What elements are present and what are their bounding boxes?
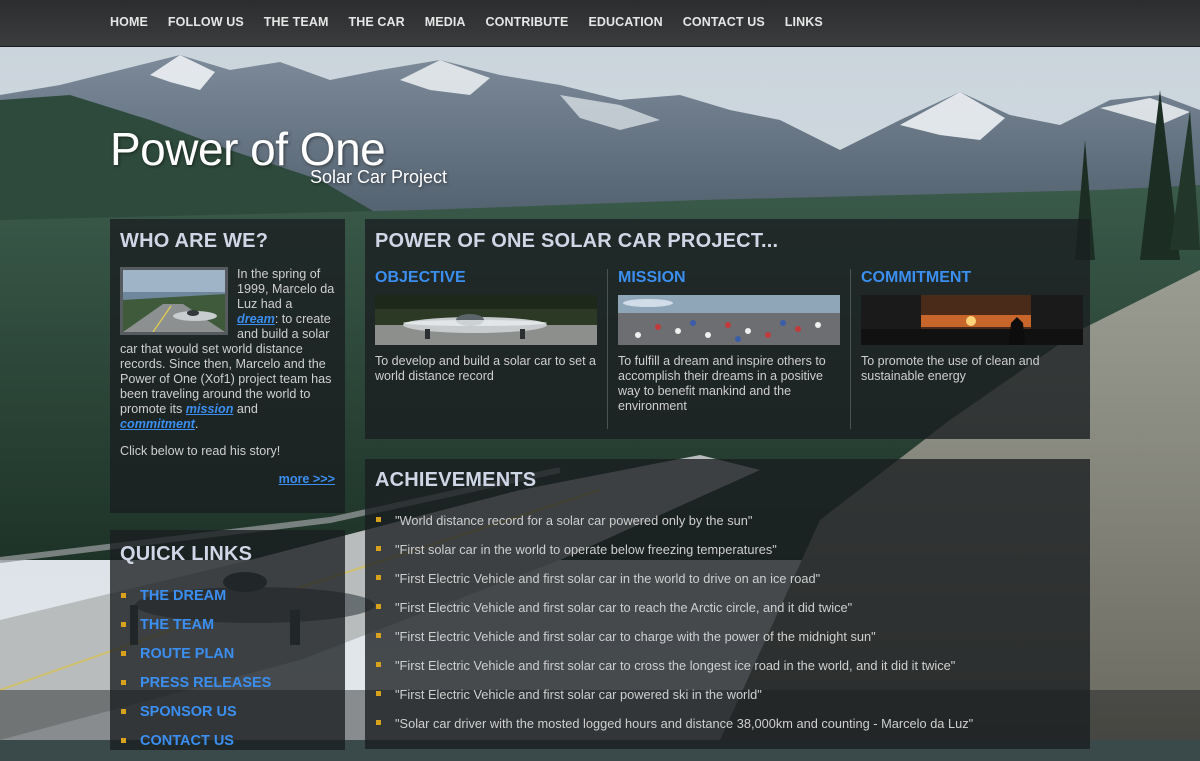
- project-columns: OBJECTIVE To develop and build a solar c…: [375, 269, 1083, 429]
- bullet-square-icon: [376, 604, 381, 609]
- list-item: "First Electric Vehicle and first solar …: [375, 658, 1080, 687]
- bullet-square-icon: [376, 575, 381, 580]
- list-item: THE TEAM: [120, 616, 335, 645]
- quick-link-sponsor-us[interactable]: SPONSOR US: [140, 704, 237, 720]
- project-heading: POWER OF ONE SOLAR CAR PROJECT...: [375, 230, 779, 252]
- commitment-text: To promote the use of clean and sustaina…: [861, 354, 1040, 383]
- achievement-text: "Solar car driver with the mosted logged…: [395, 716, 974, 731]
- quick-link-route-plan[interactable]: ROUTE PLAN: [140, 646, 234, 662]
- nav-the-car[interactable]: THE CAR: [348, 0, 404, 44]
- bullet-square-icon: [121, 593, 126, 598]
- bullet-square-icon: [376, 633, 381, 638]
- nav-contact-us[interactable]: CONTACT US: [683, 0, 765, 44]
- quick-link-the-team[interactable]: THE TEAM: [140, 617, 214, 633]
- bullet-square-icon: [121, 622, 126, 627]
- mission-text: To fulfill a dream and inspire others to…: [618, 354, 826, 413]
- commitment-title[interactable]: COMMITMENT: [861, 269, 1083, 287]
- bullet-square-icon: [121, 680, 126, 685]
- list-item: PRESS RELEASES: [120, 674, 335, 703]
- objective-text: To develop and build a solar car to set …: [375, 354, 596, 383]
- achievement-text: "First Electric Vehicle and first solar …: [395, 658, 956, 673]
- quick-link-press-releases[interactable]: PRESS RELEASES: [140, 675, 271, 691]
- who-text-part-3: and: [233, 402, 258, 416]
- objective-column: OBJECTIVE To develop and build a solar c…: [375, 269, 607, 429]
- solar-car-road-thumbnail[interactable]: [120, 267, 228, 335]
- achievement-text: "World distance record for a solar car p…: [395, 513, 753, 528]
- dream-link[interactable]: dream: [237, 312, 275, 326]
- achievements-list: "World distance record for a solar car p…: [375, 513, 1080, 745]
- more-link[interactable]: more >>>: [120, 472, 335, 486]
- objective-title[interactable]: OBJECTIVE: [375, 269, 597, 287]
- nav-follow-us[interactable]: FOLLOW US: [168, 0, 244, 44]
- quick-links-list: THE DREAM THE TEAM ROUTE PLAN PRESS RELE…: [120, 587, 335, 761]
- list-item: CONTACT US: [120, 732, 335, 761]
- achievement-text: "First Electric Vehicle and first solar …: [395, 571, 821, 586]
- nav-contribute[interactable]: CONTRIBUTE: [486, 0, 569, 44]
- project-panel: POWER OF ONE SOLAR CAR PROJECT... OBJECT…: [365, 219, 1090, 439]
- who-are-we-text: In the spring of 1999, Marcelo da Luz ha…: [120, 267, 335, 459]
- achievement-text: "First Electric Vehicle and first solar …: [395, 629, 876, 644]
- who-are-we-heading: WHO ARE WE?: [120, 230, 269, 252]
- nav-education[interactable]: EDUCATION: [588, 0, 662, 44]
- list-item: THE DREAM: [120, 587, 335, 616]
- solar-car-photo[interactable]: [375, 295, 597, 345]
- achievements-panel: ACHIEVEMENTS "World distance record for …: [365, 459, 1090, 749]
- quick-link-the-dream[interactable]: THE DREAM: [140, 588, 226, 604]
- bullet-square-icon: [376, 517, 381, 522]
- list-item: "First Electric Vehicle and first solar …: [375, 629, 1080, 658]
- midnight-sun-photo[interactable]: [861, 295, 1083, 345]
- list-item: "First solar car in the world to operate…: [375, 542, 1080, 571]
- achievements-heading: ACHIEVEMENTS: [375, 469, 537, 491]
- bullet-square-icon: [376, 720, 381, 725]
- list-item: "Solar car driver with the mosted logged…: [375, 716, 1080, 745]
- mission-title[interactable]: MISSION: [618, 269, 840, 287]
- bullet-square-icon: [121, 738, 126, 743]
- list-item: "World distance record for a solar car p…: [375, 513, 1080, 542]
- who-are-we-panel: WHO ARE WE? In the spring of 1999, Marce…: [110, 219, 345, 513]
- list-item: SPONSOR US: [120, 703, 335, 732]
- quick-links-heading: QUICK LINKS: [120, 543, 253, 565]
- commitment-column: COMMITMENT To promote the use of clean a…: [850, 269, 1083, 429]
- site-subtitle: Solar Car Project: [310, 167, 448, 187]
- mission-link[interactable]: mission: [186, 402, 234, 416]
- list-item: "First Electric Vehicle and first solar …: [375, 600, 1080, 629]
- nav-home[interactable]: HOME: [110, 0, 148, 44]
- nav-media[interactable]: MEDIA: [425, 0, 466, 44]
- list-item: ROUTE PLAN: [120, 645, 335, 674]
- bullet-square-icon: [376, 691, 381, 696]
- nav-the-team[interactable]: THE TEAM: [264, 0, 329, 44]
- achievement-text: "First Electric Vehicle and first solar …: [395, 687, 762, 702]
- bullet-square-icon: [376, 546, 381, 551]
- commitment-link[interactable]: commitment: [120, 417, 195, 431]
- bullet-square-icon: [121, 709, 126, 714]
- nav-list: HOME FOLLOW US THE TEAM THE CAR MEDIA CO…: [0, 0, 1200, 44]
- quick-link-contact-us[interactable]: CONTACT US: [140, 733, 234, 749]
- achievement-text: "First solar car in the world to operate…: [395, 542, 777, 557]
- list-item: "First Electric Vehicle and first solar …: [375, 571, 1080, 600]
- top-navigation: HOME FOLLOW US THE TEAM THE CAR MEDIA CO…: [0, 0, 1200, 47]
- achievement-text: "First Electric Vehicle and first solar …: [395, 600, 853, 615]
- read-story-prompt: Click below to read his story!: [120, 444, 281, 458]
- list-item: "First Electric Vehicle and first solar …: [375, 687, 1080, 716]
- crowd-photo[interactable]: [618, 295, 840, 345]
- mission-column: MISSION To fulfill a dream and inspire o…: [607, 269, 850, 429]
- who-text-part-4: .: [194, 417, 199, 431]
- quick-links-panel: QUICK LINKS THE DREAM THE TEAM ROUTE PLA…: [110, 530, 345, 750]
- bullet-square-icon: [121, 651, 126, 656]
- who-text-part-1: In the spring of 1999, Marcelo da Luz ha…: [237, 267, 335, 311]
- bullet-square-icon: [376, 662, 381, 667]
- nav-links[interactable]: LINKS: [785, 0, 823, 44]
